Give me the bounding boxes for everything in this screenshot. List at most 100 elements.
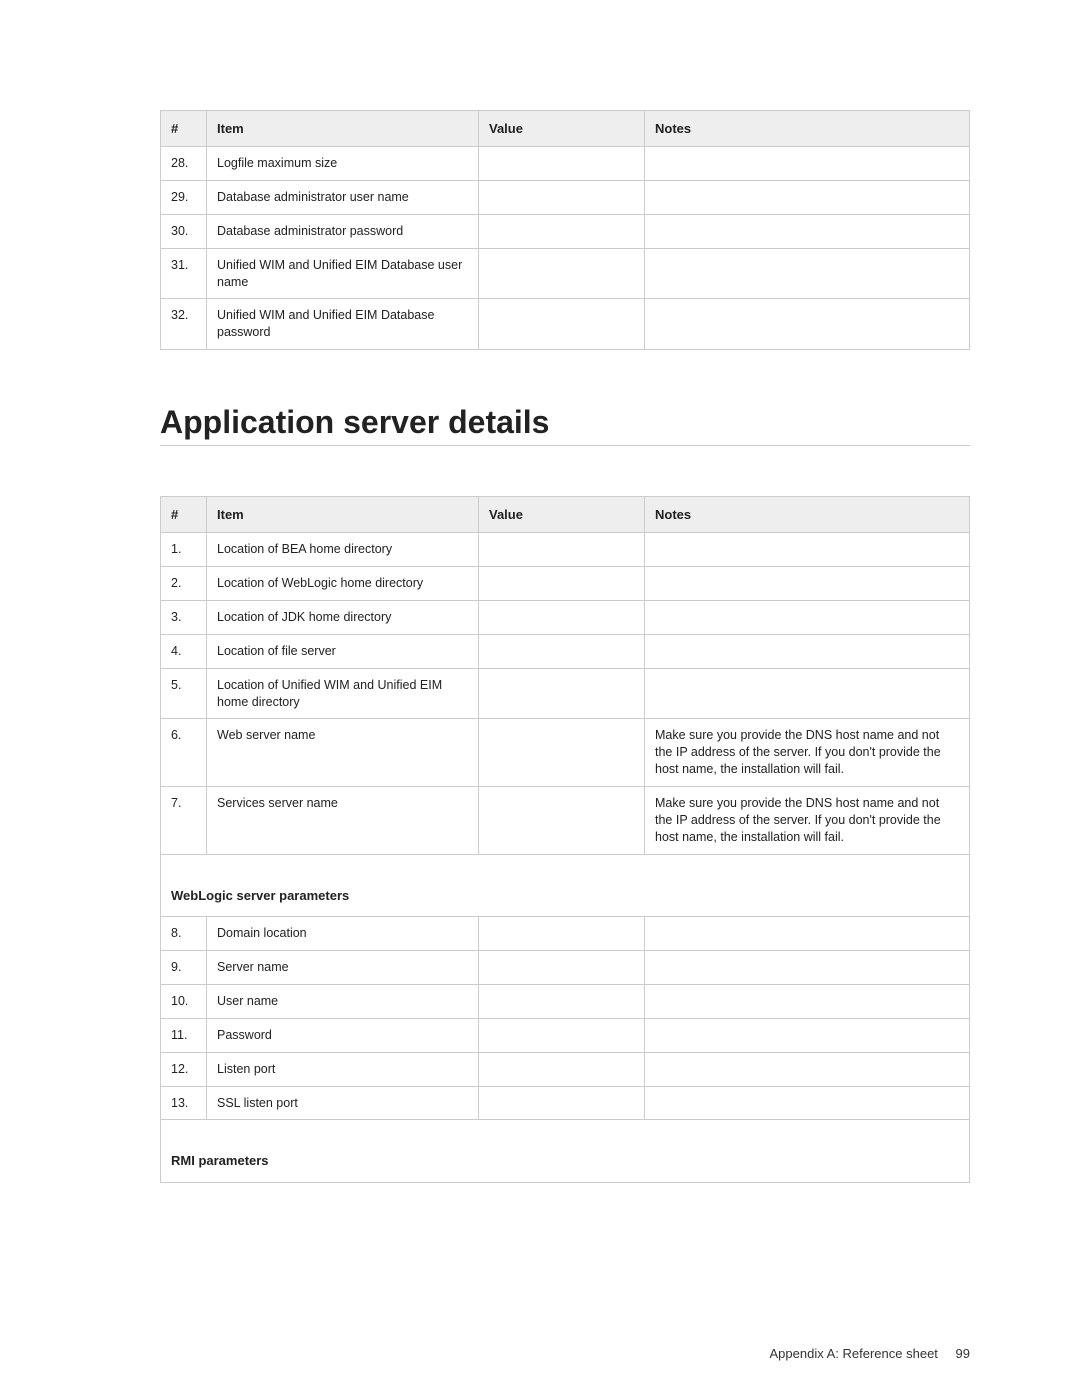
cell-num: 6. [161, 719, 207, 787]
cell-num: 12. [161, 1052, 207, 1086]
col-header-value: Value [479, 497, 645, 533]
cell-item: Location of BEA home directory [207, 533, 479, 567]
table-row: 6.Web server name Make sure you provide t… [161, 719, 970, 787]
cell-item: Domain location [207, 917, 479, 951]
cell-num: 1. [161, 533, 207, 567]
cell-num: 3. [161, 600, 207, 634]
cell-notes [645, 567, 970, 601]
cell-item: Database administrator password [207, 214, 479, 248]
cell-value [479, 917, 645, 951]
cell-value [479, 600, 645, 634]
cell-value [479, 299, 645, 350]
cell-item: Logfile maximum size [207, 147, 479, 181]
cell-value [479, 567, 645, 601]
cell-value [479, 787, 645, 855]
cell-value [479, 1018, 645, 1052]
cell-notes [645, 668, 970, 719]
cell-num: 13. [161, 1086, 207, 1120]
table-row: 10.User name [161, 984, 970, 1018]
cell-num: 31. [161, 248, 207, 299]
cell-item: SSL listen port [207, 1086, 479, 1120]
table-row: 2.Location of WebLogic home directory [161, 567, 970, 601]
table-section-label: WebLogic server parameters [161, 854, 970, 917]
table-header-row: # Item Value Notes [161, 497, 970, 533]
cell-value [479, 147, 645, 181]
col-header-notes: Notes [645, 111, 970, 147]
cell-notes [645, 299, 970, 350]
cell-item: Unified WIM and Unified EIM Database pas… [207, 299, 479, 350]
table-row: 5.Location of Unified WIM and Unified EI… [161, 668, 970, 719]
table-row: 4.Location of file server [161, 634, 970, 668]
table-row: 8.Domain location [161, 917, 970, 951]
cell-item: Database administrator user name [207, 180, 479, 214]
cell-item: Web server name [207, 719, 479, 787]
cell-notes [645, 917, 970, 951]
cell-num: 9. [161, 951, 207, 985]
cell-value [479, 248, 645, 299]
cell-num: 5. [161, 668, 207, 719]
cell-notes [645, 1052, 970, 1086]
footer-page-number: 99 [956, 1346, 970, 1361]
cell-notes [645, 984, 970, 1018]
cell-notes: Make sure you provide the DNS host name … [645, 787, 970, 855]
cell-num: 4. [161, 634, 207, 668]
cell-notes [645, 600, 970, 634]
table-row: 31.Unified WIM and Unified EIM Database … [161, 248, 970, 299]
cell-notes [645, 533, 970, 567]
cell-notes [645, 147, 970, 181]
table-row: 32.Unified WIM and Unified EIM Database … [161, 299, 970, 350]
table-row: 12.Listen port [161, 1052, 970, 1086]
cell-num: 11. [161, 1018, 207, 1052]
cell-item: Server name [207, 951, 479, 985]
cell-value [479, 951, 645, 985]
cell-item: Location of file server [207, 634, 479, 668]
cell-num: 10. [161, 984, 207, 1018]
cell-notes [645, 214, 970, 248]
page: # Item Value Notes 28.Logfile maximum si… [0, 0, 1080, 1397]
page-footer: Appendix A: Reference sheet 99 [770, 1346, 970, 1361]
cell-num: 29. [161, 180, 207, 214]
section-heading: Application server details [160, 404, 970, 441]
cell-item: Location of JDK home directory [207, 600, 479, 634]
cell-value [479, 214, 645, 248]
table-row: 9.Server name [161, 951, 970, 985]
cell-item: User name [207, 984, 479, 1018]
cell-num: 32. [161, 299, 207, 350]
cell-item: Password [207, 1018, 479, 1052]
cell-value [479, 719, 645, 787]
table-row: 29.Database administrator user name [161, 180, 970, 214]
col-header-notes: Notes [645, 497, 970, 533]
table-row: 30.Database administrator password [161, 214, 970, 248]
cell-notes [645, 634, 970, 668]
col-header-num: # [161, 497, 207, 533]
table-row: 11.Password [161, 1018, 970, 1052]
table-section-label: RMI parameters [161, 1120, 970, 1183]
table-row: 7.Services server nameMake sure you prov… [161, 787, 970, 855]
cell-notes [645, 1018, 970, 1052]
table-section-row: WebLogic server parameters [161, 854, 970, 917]
heading-rule [160, 445, 970, 446]
table-header-row: # Item Value Notes [161, 111, 970, 147]
app-server-table: # Item Value Notes 1.Location of BEA hom… [160, 496, 970, 1183]
cell-notes: Make sure you provide the DNS host name … [645, 719, 970, 787]
cell-item: Unified WIM and Unified EIM Database use… [207, 248, 479, 299]
cell-item: Location of Unified WIM and Unified EIM … [207, 668, 479, 719]
cell-value [479, 533, 645, 567]
cell-value [479, 984, 645, 1018]
table-section-row: RMI parameters [161, 1120, 970, 1183]
top-table: # Item Value Notes 28.Logfile maximum si… [160, 110, 970, 350]
footer-text: Appendix A: Reference sheet [770, 1346, 938, 1361]
col-header-item: Item [207, 497, 479, 533]
cell-value [479, 180, 645, 214]
cell-num: 8. [161, 917, 207, 951]
col-header-num: # [161, 111, 207, 147]
cell-item: Listen port [207, 1052, 479, 1086]
table-row: 1.Location of BEA home directory [161, 533, 970, 567]
cell-value [479, 1086, 645, 1120]
cell-notes [645, 180, 970, 214]
cell-item: Location of WebLogic home directory [207, 567, 479, 601]
cell-notes [645, 1086, 970, 1120]
cell-item: Services server name [207, 787, 479, 855]
cell-value [479, 634, 645, 668]
col-header-item: Item [207, 111, 479, 147]
